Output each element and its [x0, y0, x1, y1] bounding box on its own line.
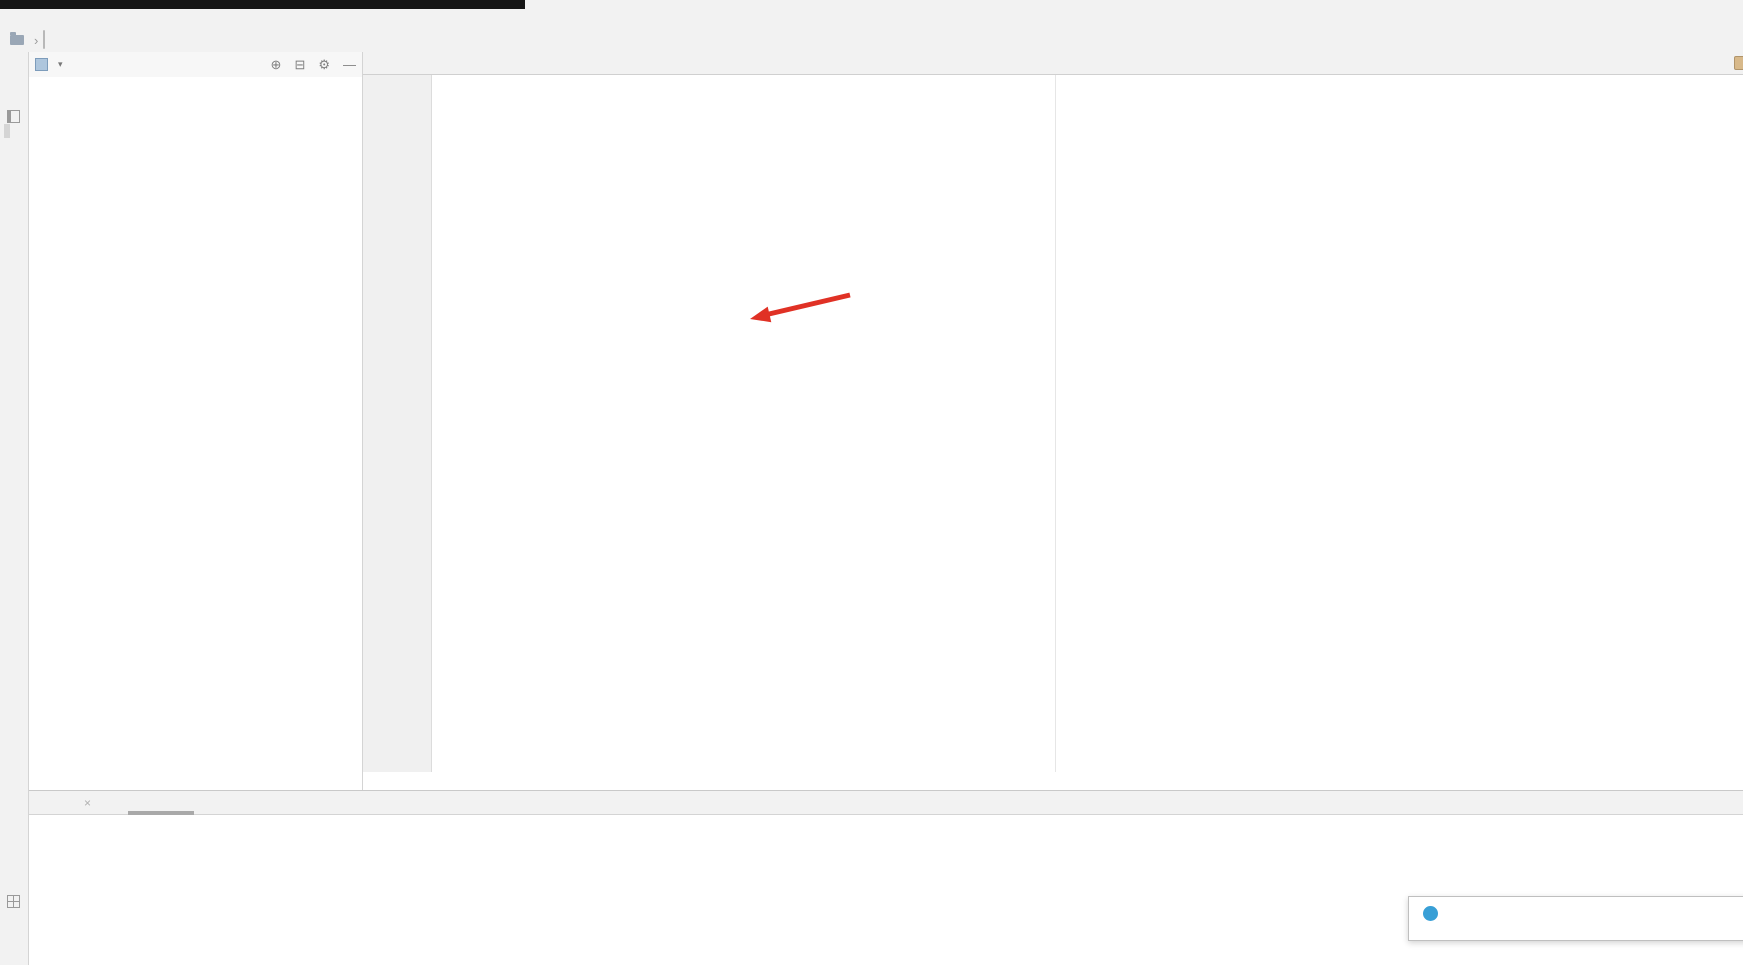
project-tree [29, 77, 362, 790]
info-icon [1423, 906, 1438, 921]
editor-tab-bar [363, 52, 1743, 75]
js-file-icon [43, 31, 45, 49]
menu-bar [0, 9, 1743, 28]
locate-file-icon[interactable]: ⊕ [271, 58, 282, 71]
gear-icon[interactable]: ⚙ [318, 58, 330, 71]
grid-icon[interactable] [7, 895, 20, 908]
chevron-right-icon [34, 33, 38, 48]
toolwindow-icon[interactable] [7, 110, 20, 123]
stripe-tab-project[interactable] [4, 124, 10, 138]
terminal-tab-indicator [128, 811, 194, 815]
window-titlebar-fragment [0, 0, 525, 9]
editor-breadcrumbs [363, 772, 1743, 790]
notification-popup [1408, 896, 1743, 941]
navigation-bar: ↻ [0, 28, 1743, 52]
hide-panel-icon[interactable]: — [343, 58, 356, 71]
project-view-icon [35, 58, 48, 71]
terminal-header: × [29, 791, 1743, 815]
right-margin-guide [1055, 75, 1056, 772]
red-annotation-arrow [363, 75, 1263, 575]
terminal-output[interactable] [29, 815, 1743, 841]
chevron-down-icon: ▾ [58, 59, 63, 70]
project-folder-icon [10, 35, 24, 45]
project-panel-header: ▾ ⊕ ⊟ ⚙ — [29, 52, 362, 77]
tool-window-stripe: ★ [0, 52, 29, 965]
project-panel: ▾ ⊕ ⊟ ⚙ — [29, 52, 363, 790]
collapse-all-icon[interactable]: ⊟ [294, 58, 305, 71]
editor-tab-options-icon[interactable] [1734, 56, 1743, 70]
close-icon[interactable]: × [84, 796, 91, 810]
ide-window: ↻ ★ ▾ ⊕ ⊟ ⚙ — [0, 0, 1743, 965]
editor-area [363, 52, 1743, 790]
code-editor[interactable] [363, 75, 1743, 772]
